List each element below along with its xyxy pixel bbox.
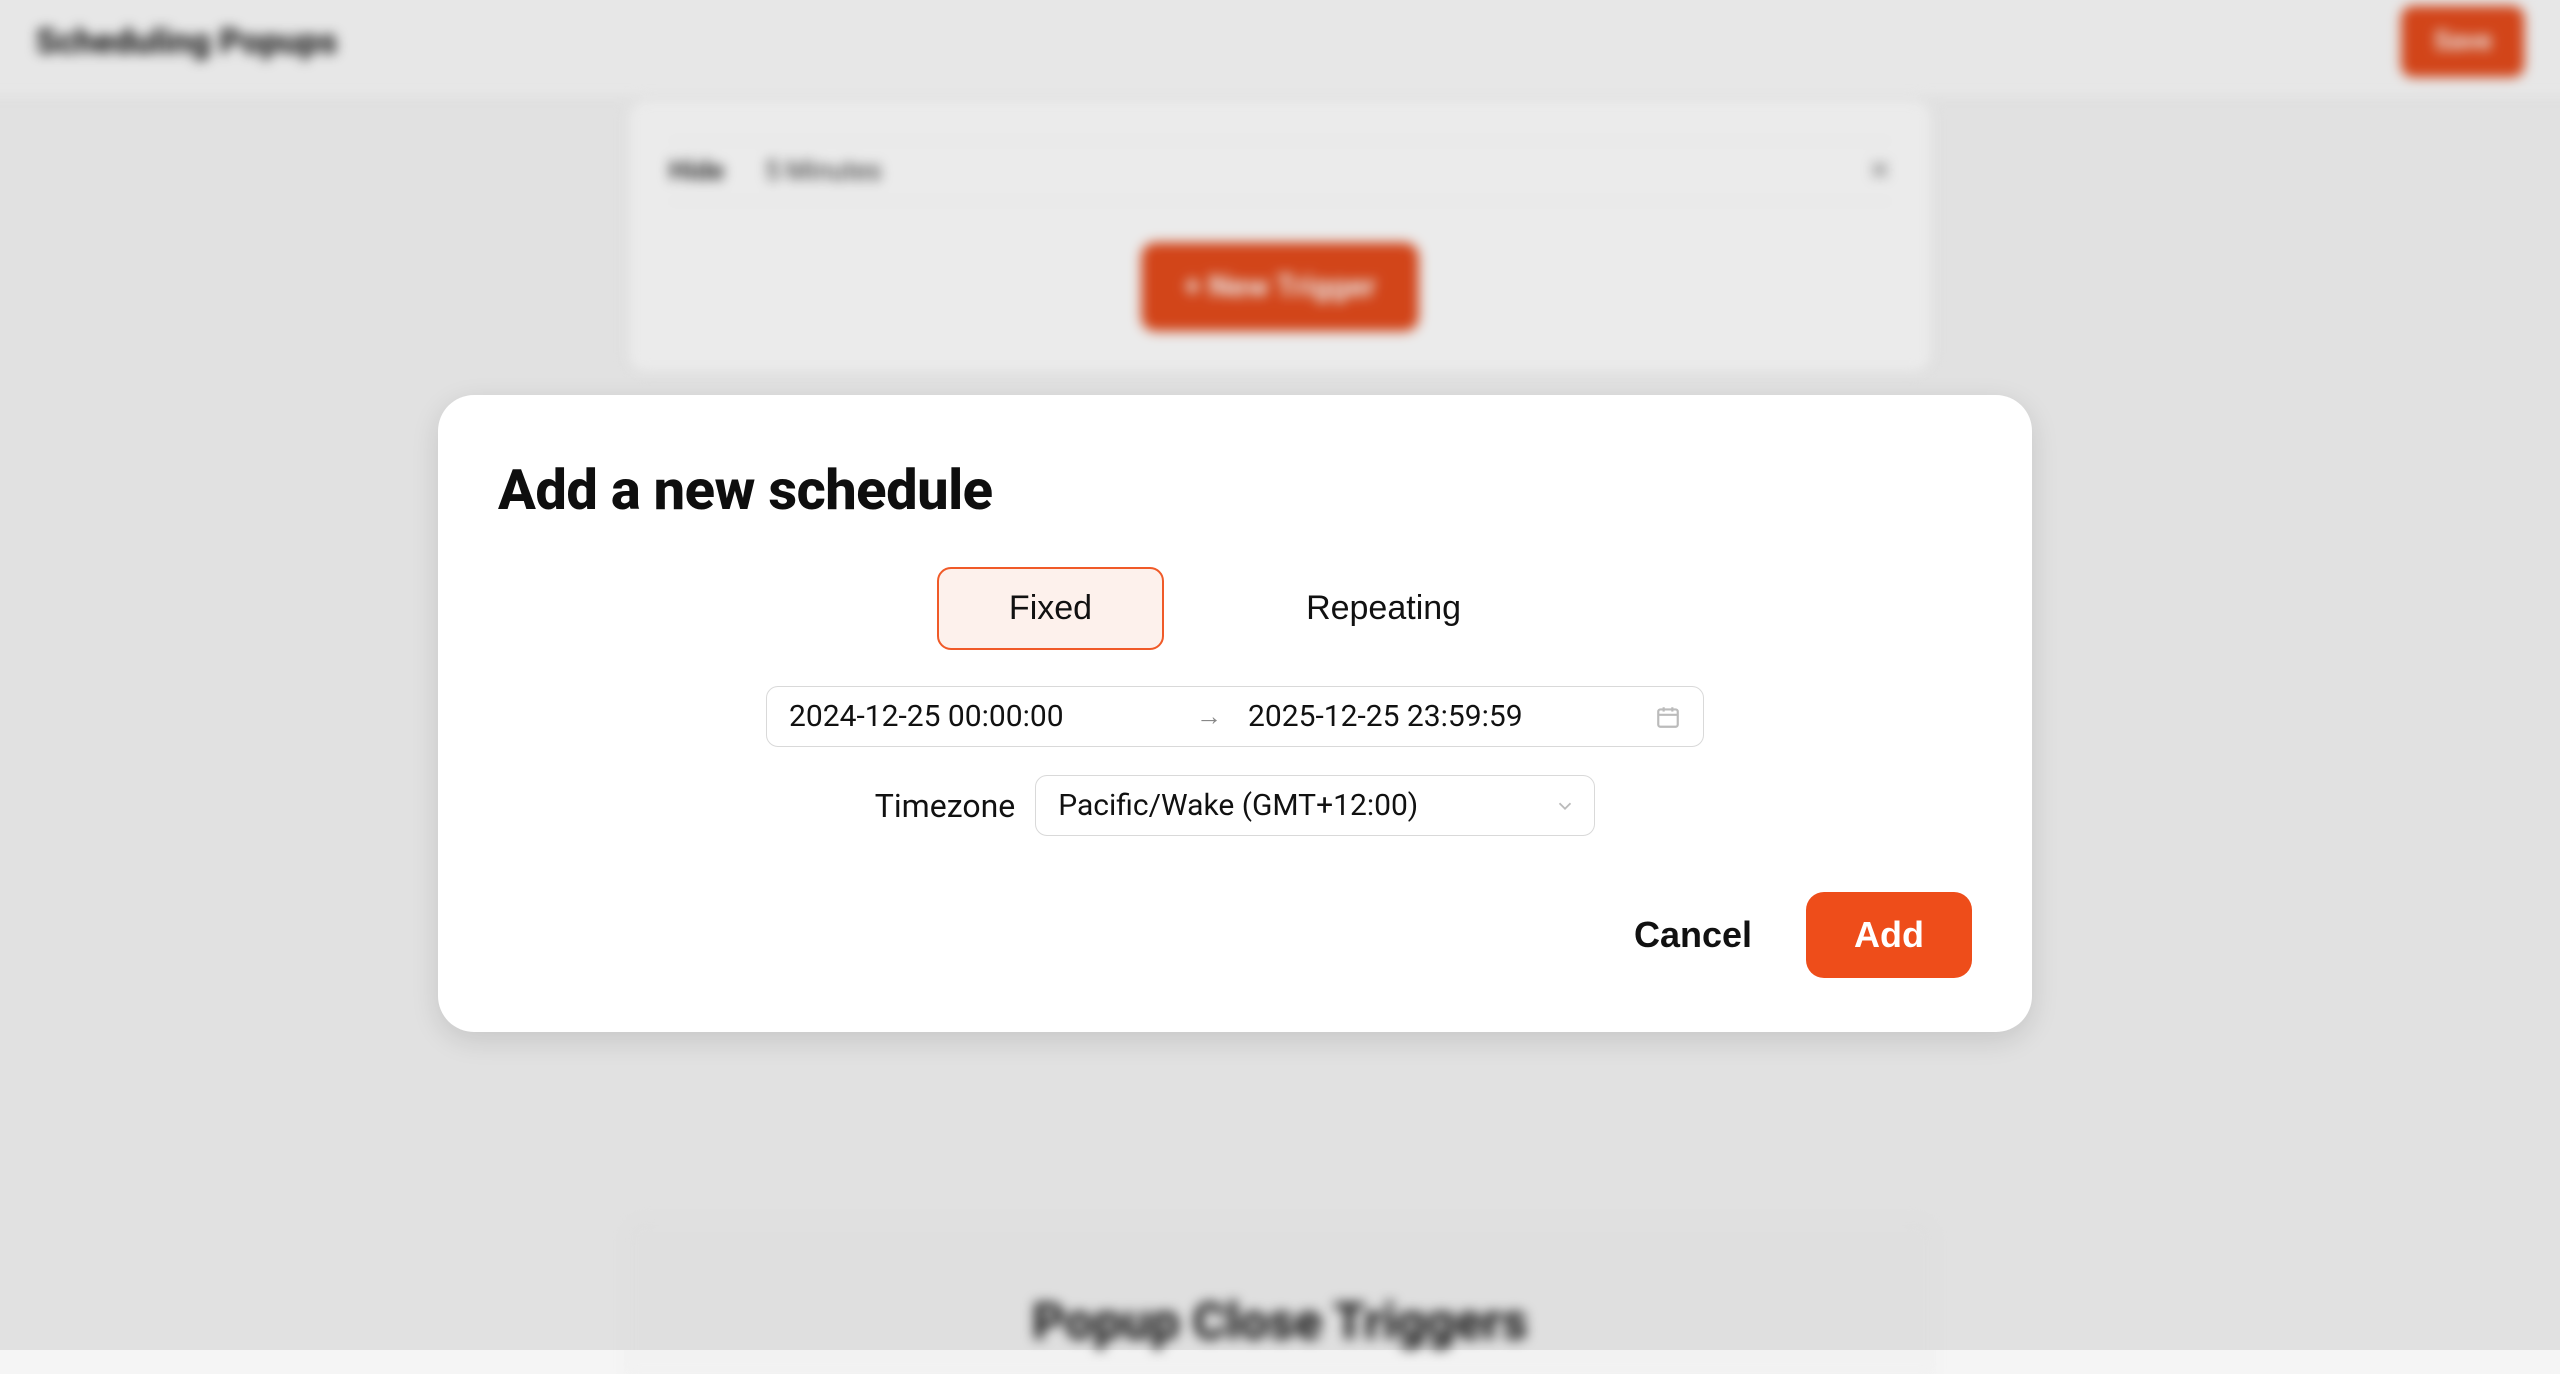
date-range-picker[interactable]: → bbox=[766, 686, 1704, 747]
schedule-type-tabs: Fixed Repeating bbox=[498, 567, 1972, 650]
calendar-icon bbox=[1655, 704, 1681, 730]
modal-title: Add a new schedule bbox=[498, 457, 1972, 523]
start-datetime-input[interactable] bbox=[789, 699, 1170, 734]
arrow-right-icon: → bbox=[1196, 701, 1222, 732]
tab-fixed[interactable]: Fixed bbox=[937, 567, 1164, 650]
add-button[interactable]: Add bbox=[1806, 892, 1972, 978]
tab-repeating[interactable]: Repeating bbox=[1234, 567, 1533, 650]
end-datetime-input[interactable] bbox=[1248, 699, 1629, 734]
timezone-selected-value: Pacific/Wake (GMT+12:00) bbox=[1058, 788, 1418, 823]
timezone-select[interactable]: Pacific/Wake (GMT+12:00) bbox=[1035, 775, 1595, 836]
timezone-label: Timezone bbox=[875, 787, 1015, 825]
chevron-down-icon bbox=[1554, 795, 1576, 817]
cancel-button[interactable]: Cancel bbox=[1634, 914, 1752, 956]
add-schedule-modal: Add a new schedule Fixed Repeating → Tim… bbox=[438, 395, 2032, 1032]
